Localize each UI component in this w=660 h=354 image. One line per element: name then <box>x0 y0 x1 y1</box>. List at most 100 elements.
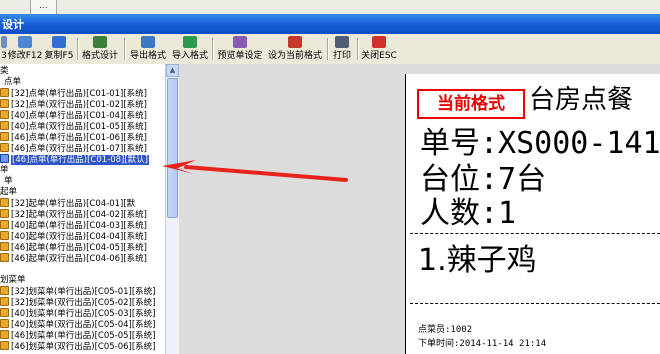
format-file-icon <box>0 209 9 218</box>
tree-item-label: [46]起单(双行出品)[C04-06][系统] <box>11 254 147 264</box>
format-file-icon <box>0 110 9 119</box>
format-file-icon <box>0 330 9 339</box>
partial-icon <box>1 36 7 48</box>
tree-item[interactable]: [40]划菜单(单行出品)[C05-03][系统] <box>0 308 155 319</box>
tree-item[interactable]: [32]划菜单(单行出品)[C05-01][系统] <box>0 286 155 297</box>
tree-item-label: [46]点单(单行出品)[C01-08][默认] <box>11 155 149 165</box>
tree-category[interactable]: 单 <box>4 176 13 187</box>
design-icon <box>93 36 107 48</box>
import-format-button[interactable]: 导入格式 <box>170 35 210 63</box>
tree-item[interactable]: [32]点单(单行出品)[C01-01][系统] <box>0 88 147 99</box>
tree-item-label: 起单 <box>0 187 18 197</box>
tree-category[interactable]: 类 <box>0 66 9 77</box>
close-icon <box>372 36 386 48</box>
dashed-divider <box>410 303 660 304</box>
copy-button[interactable]: 复制F5 <box>44 35 74 63</box>
tree-item[interactable]: [46]点单(单行出品)[C01-06][系统] <box>0 132 147 143</box>
tree-item-label: [32]点单(双行出品)[C01-02][系统] <box>11 100 147 110</box>
tree-item[interactable]: [32]划菜单(双行出品)[C05-02][系统] <box>0 297 155 308</box>
print-button[interactable]: 打印 <box>331 35 353 63</box>
toolbar-separator <box>212 38 214 60</box>
tree-item-label: 类 <box>0 66 9 76</box>
format-file-icon <box>0 88 9 97</box>
tree-item[interactable]: [46]点单(双行出品)[C01-07][系统] <box>0 143 147 154</box>
tree-item[interactable]: [46]起单(双行出品)[C04-06][系统] <box>0 253 147 264</box>
toolbar-label: 关闭ESC <box>361 51 397 61</box>
set-current-format-button[interactable]: 设为当前格式 <box>266 35 324 63</box>
format-design-button[interactable]: 格式设计 <box>80 35 120 63</box>
tree-item[interactable]: [40]划菜单(双行出品)[C05-04][系统] <box>0 319 155 330</box>
guest-count: 人数:1 <box>420 196 517 231</box>
tree-category[interactable]: 起单 <box>0 187 17 198</box>
format-file-icon <box>0 121 9 130</box>
tree-item-label: [32]划菜单(双行出品)[C05-02][系统] <box>11 298 156 308</box>
tree-item-label: [46]起单(单行出品)[C04-05][系统] <box>11 243 147 253</box>
top-tab[interactable]: ... <box>30 0 57 15</box>
format-file-icon <box>0 341 9 350</box>
server-id: 点菜员:1002 <box>418 325 473 335</box>
toolbar: 3 修改F12 复制F5 格式设计 导出格式 导入格式 预览单设定 设为当前格式… <box>0 34 660 65</box>
toolbar-label: 3 <box>1 51 7 61</box>
toolbar-separator <box>327 38 329 60</box>
toolbar-separator <box>357 38 359 60</box>
table-number: 台位:7台 <box>420 162 547 197</box>
toolbar-label: 设为当前格式 <box>267 51 322 61</box>
tree-item[interactable]: [40]起单(单行出品)[C04-03][系统] <box>0 220 147 231</box>
order-item: 1.辣子鸡 <box>418 243 537 278</box>
tree-item-selected[interactable]: [46]点单(单行出品)[C01-08][默认] <box>0 154 149 165</box>
tree-item[interactable]: [32]起单(双行出品)[C04-02][系统] <box>0 209 147 220</box>
format-file-icon <box>0 132 9 141</box>
toolbar-label: 预览单设定 <box>217 51 263 61</box>
close-button[interactable]: 关闭ESC <box>360 35 398 63</box>
scroll-thumb[interactable] <box>167 78 178 218</box>
tree-item-label: [46]划菜单(双行出品)[C05-06][系统] <box>11 342 156 352</box>
tree-item-label: [40]点单(双行出品)[C01-05][系统] <box>11 122 147 132</box>
copy-icon <box>52 36 66 48</box>
tree-item-label: [32]起单(单行出品)[C04-01][默 <box>11 199 136 209</box>
tree-item-label: [40]起单(双行出品)[C04-04][系统] <box>11 232 147 242</box>
dashed-divider <box>410 233 660 234</box>
toolbar-label: 打印 <box>332 51 351 61</box>
tree-item[interactable]: [46]划菜单(单行出品)[C05-05][系统] <box>0 330 155 341</box>
title-bar: 设计 <box>0 14 660 34</box>
order-number: 单号:XS000-141 <box>420 126 660 161</box>
tree-item-label: 单 <box>0 165 9 175</box>
tree-item-label: [32]划菜单(单行出品)[C05-01][系统] <box>11 287 156 297</box>
format-file-icon <box>0 319 9 328</box>
preview-setting-icon <box>233 36 247 48</box>
tree-item-label: [40]起单(单行出品)[C04-03][系统] <box>11 221 147 231</box>
format-file-icon <box>0 231 9 240</box>
tree-item[interactable]: [32]点单(双行出品)[C01-02][系统] <box>0 99 147 110</box>
tree-category[interactable]: 点单 <box>4 77 21 88</box>
edit-button[interactable]: 修改F12 <box>8 35 42 63</box>
preview-setting-button[interactable]: 预览单设定 <box>216 35 264 63</box>
tree-item[interactable]: [40]点单(单行出品)[C01-04][系统] <box>0 110 147 121</box>
tree-category[interactable]: 划菜单 <box>0 275 26 286</box>
scroll-up-arrow-icon[interactable]: ▲ <box>166 64 179 77</box>
toolbar-label: 导出格式 <box>129 51 166 61</box>
tree-item-label: [40]划菜单(双行出品)[C05-04][系统] <box>11 320 156 330</box>
receipt-title: 台房点餐 <box>529 85 634 115</box>
format-file-icon <box>0 242 9 251</box>
format-file-icon <box>0 198 9 207</box>
format-tree: 类点单 [32]点单(单行出品)[C01-01][系统] [32]点单(双行出品)[… <box>0 64 166 354</box>
toolbar-label: 导入格式 <box>171 51 208 61</box>
tree-scrollbar[interactable]: ▲ <box>165 64 179 354</box>
tree-item-label: [40]点单(单行出品)[C01-04][系统] <box>11 111 147 121</box>
tree-category[interactable]: 单 <box>0 165 9 176</box>
toolbar-separator <box>124 38 126 60</box>
tree-item[interactable]: [46]划菜单(双行出品)[C05-06][系统] <box>0 341 155 352</box>
tree-item[interactable]: [40]点单(双行出品)[C01-05][系统] <box>0 121 147 132</box>
export-icon <box>141 36 155 48</box>
tree-item-label: [46]划菜单(单行出品)[C05-05][系统] <box>11 331 156 341</box>
format-file-icon <box>0 253 9 262</box>
set-current-icon <box>288 36 302 48</box>
tree-item[interactable]: [32]起单(单行出品)[C04-01][默 <box>0 198 135 209</box>
order-time: 下单时间:2014-11-14 21:14 <box>418 339 547 349</box>
import-icon <box>183 36 197 48</box>
tree-item[interactable]: [46]起单(单行出品)[C04-05][系统] <box>0 242 147 253</box>
tree-item[interactable]: [40]起单(双行出品)[C04-04][系统] <box>0 231 147 242</box>
export-format-button[interactable]: 导出格式 <box>128 35 168 63</box>
window-title: 设计 <box>2 18 24 31</box>
edit-icon <box>18 36 32 48</box>
